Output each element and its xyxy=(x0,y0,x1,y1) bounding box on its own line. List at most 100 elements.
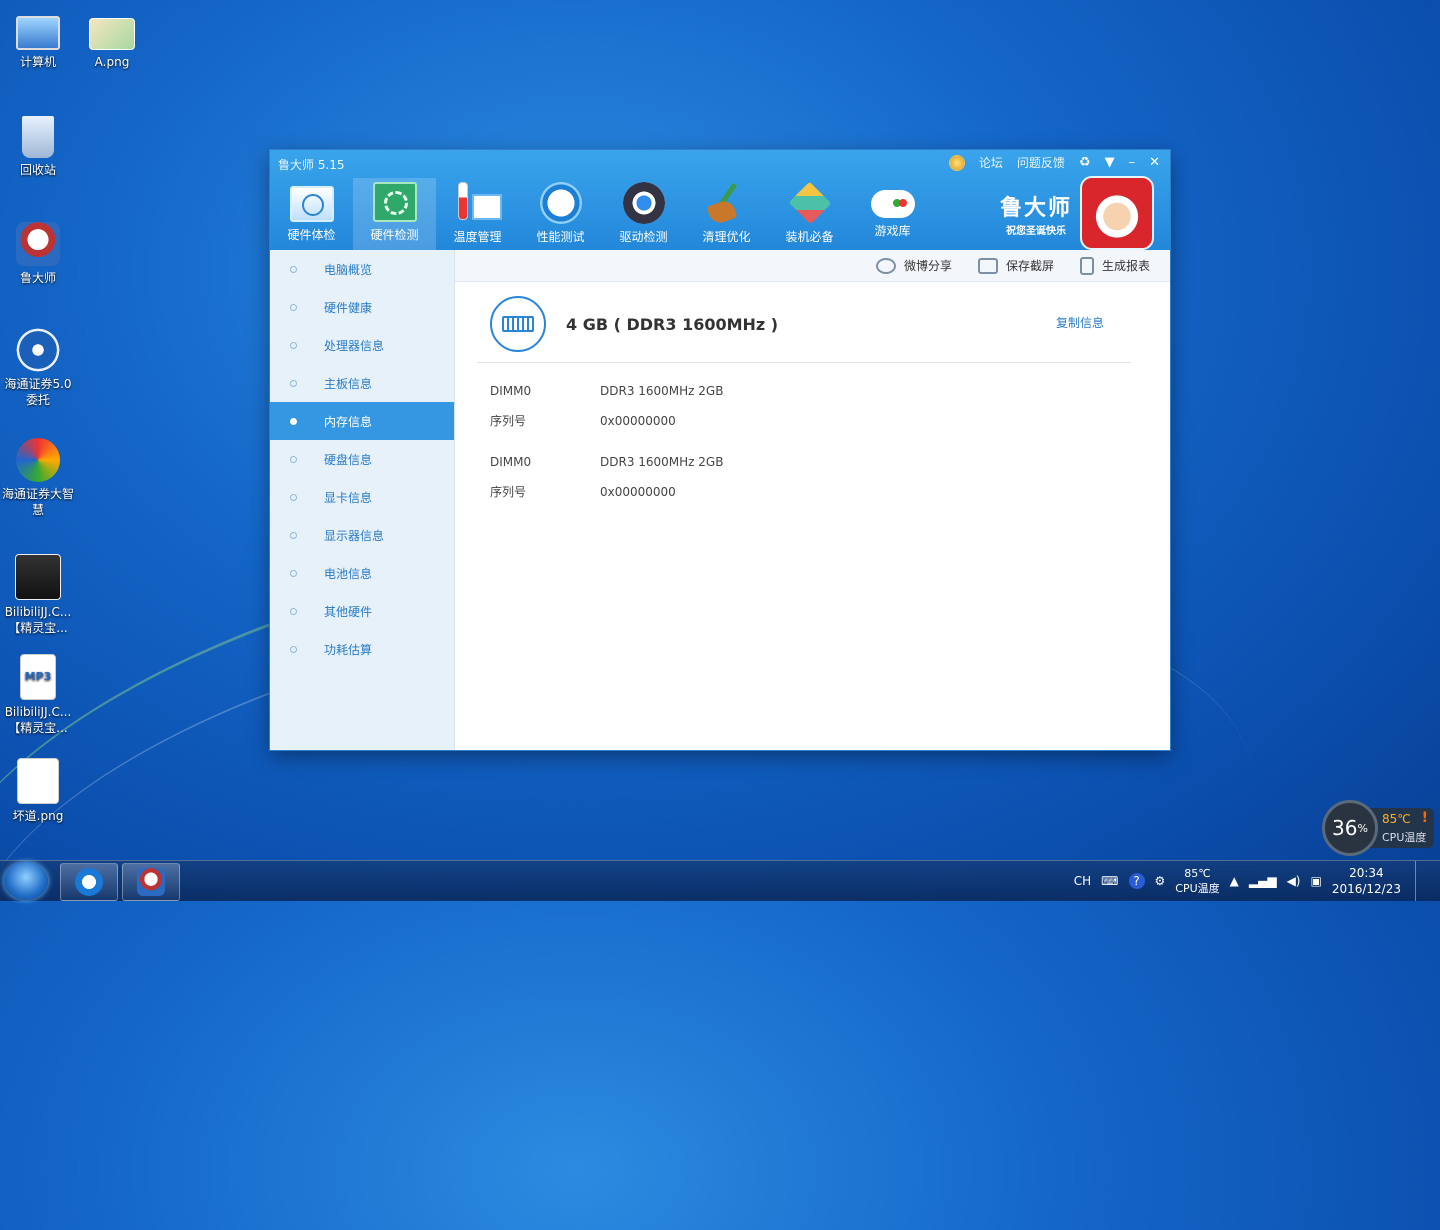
cpu-monitor-widget[interactable]: 36% 85℃ ! CPU温度 xyxy=(1322,800,1434,856)
sidebar-item-gpu[interactable]: 显卡信息 xyxy=(270,478,454,516)
save-screenshot-button[interactable]: 保存截屏 xyxy=(977,257,1054,274)
system-tray: CH ⌨ ? ⚙ 85℃ CPU温度 ▲ ▂▄▆ ◀) ▣ 20:34 2016… xyxy=(1074,861,1440,901)
nav-games[interactable]: 游戏库 xyxy=(851,178,934,250)
sidebar-item-memory[interactable]: 内存信息 xyxy=(270,402,454,440)
desktop-icon-label: BilibiliJJ.C...【精灵宝... xyxy=(4,705,72,735)
hardware-check-icon xyxy=(289,186,334,222)
nav-label: 硬件检测 xyxy=(370,228,419,242)
clock[interactable]: 20:34 2016/12/23 xyxy=(1332,865,1401,897)
broom-icon xyxy=(705,182,749,224)
sidebar-item-label: 处理器信息 xyxy=(324,338,385,353)
nav-label: 装机必备 xyxy=(785,230,834,244)
desktop-icon-ludashi[interactable]: 鲁大师 xyxy=(0,222,76,286)
desktop-icon-label: A.png xyxy=(94,55,130,69)
tool-label: 微博分享 xyxy=(903,259,952,273)
ludashi-icon xyxy=(137,868,165,896)
clock-time: 20:34 xyxy=(1349,866,1384,880)
nav-performance[interactable]: 性能测试 xyxy=(519,178,602,250)
nav-hardware-detect[interactable]: 硬件检测 xyxy=(353,178,436,250)
desktop-icon-haitong-dzh[interactable]: 海通证券大智慧 xyxy=(0,438,76,518)
sidebar-item-overview[interactable]: 电脑概览 xyxy=(270,250,454,288)
desktop-icon-label: 计算机 xyxy=(19,55,56,69)
desktop-icon-label: 海通证券大智慧 xyxy=(1,487,74,517)
nav-temperature[interactable]: 温度管理 xyxy=(436,178,519,250)
minimize-button[interactable]: – xyxy=(1129,155,1136,170)
close-button[interactable]: ✕ xyxy=(1149,155,1160,170)
help-icon[interactable]: ? xyxy=(1128,873,1145,889)
desktop-icon-recycle-bin[interactable]: 回收站 xyxy=(0,116,76,178)
nav-essentials[interactable]: 装机必备 xyxy=(768,178,851,250)
brand: 鲁大师 祝您圣诞快乐 xyxy=(1000,176,1154,250)
image-file-icon xyxy=(89,18,135,50)
taskbar-app-sogou[interactable] xyxy=(60,863,118,901)
info-key: 序列号 xyxy=(490,485,527,499)
mascot-avatar[interactable] xyxy=(1080,176,1154,250)
sidebar-item-cpu[interactable]: 处理器信息 xyxy=(270,326,454,364)
sidebar: 电脑概览 硬件健康 处理器信息 主板信息 内存信息 硬盘信息 显卡信息 显示器信… xyxy=(270,250,455,750)
network-icon[interactable]: ▂▄▆ xyxy=(1249,874,1277,888)
tray-cpu-temp[interactable]: 85℃ CPU温度 xyxy=(1175,866,1219,896)
performance-icon xyxy=(539,182,582,224)
info-key: DIMM0 xyxy=(490,455,532,469)
clock-date: 2016/12/23 xyxy=(1331,882,1401,896)
language-indicator[interactable]: CH xyxy=(1074,874,1091,888)
desktop-icon-label: BilibiliJJ.C...【精灵宝... xyxy=(4,605,72,635)
sidebar-item-power[interactable]: 功耗估算 xyxy=(270,630,454,668)
brand-name: 鲁大师 xyxy=(999,195,1072,221)
generate-report-button[interactable]: 生成报表 xyxy=(1079,256,1150,275)
bullet-icon xyxy=(290,531,297,539)
sidebar-item-other[interactable]: 其他硬件 xyxy=(270,592,454,630)
info-value: DDR3 1600MHz 2GB xyxy=(600,455,724,469)
desktop-icon-label: 回收站 xyxy=(19,163,56,177)
sidebar-item-motherboard[interactable]: 主板信息 xyxy=(270,364,454,402)
skin-icon[interactable]: ♻ xyxy=(1079,155,1091,170)
menu-dropdown-icon[interactable]: ▼ xyxy=(1105,155,1115,170)
image-file-icon xyxy=(17,758,59,804)
bullet-icon xyxy=(290,645,297,653)
sidebar-item-battery[interactable]: 电池信息 xyxy=(270,554,454,592)
ram-icon-circle xyxy=(490,296,546,352)
copy-info-link[interactable]: 复制信息 xyxy=(1056,314,1104,331)
weibo-share-button[interactable]: 微博分享 xyxy=(875,257,952,274)
temperature-icon xyxy=(456,182,502,224)
sidebar-item-label: 电脑概览 xyxy=(324,262,373,277)
start-button[interactable] xyxy=(4,862,48,900)
nav-driver[interactable]: 驱动检测 xyxy=(602,178,685,250)
memory-serial-row: 序列号 0x00000000 xyxy=(490,412,676,429)
keyboard-icon[interactable]: ⌨ xyxy=(1101,874,1118,888)
ludashi-icon xyxy=(16,222,60,266)
bullet-icon xyxy=(290,569,297,577)
bullet-icon xyxy=(290,607,297,615)
show-hidden-icons-chevron-icon[interactable]: ▲ xyxy=(1230,874,1239,888)
volume-icon[interactable]: ◀) xyxy=(1287,874,1301,888)
nav-hardware-check[interactable]: 硬件体检 xyxy=(270,178,353,250)
memory-slot-row: DIMM0 DDR3 1600MHz 2GB xyxy=(490,384,723,398)
desktop-icon-bad-sector[interactable]: 坏道.png xyxy=(0,758,76,824)
settings-icon[interactable]: ⚙ xyxy=(1155,874,1166,888)
sidebar-item-label: 功耗估算 xyxy=(324,642,373,657)
bullet-icon xyxy=(290,303,297,311)
computer-icon xyxy=(16,16,60,50)
desktop-icon-haitong-50[interactable]: 海通证券5.0委托 xyxy=(0,328,76,408)
taskbar-app-ludashi[interactable] xyxy=(122,863,180,901)
desktop-icon-a-png[interactable]: A.png xyxy=(74,10,150,70)
brand-text: 鲁大师 祝您圣诞快乐 xyxy=(1000,190,1072,237)
medal-icon[interactable] xyxy=(948,154,965,171)
nav-clean[interactable]: 清理优化 xyxy=(685,178,768,250)
nav-label: 性能测试 xyxy=(536,230,585,244)
desktop-icon-bilibili-mp3[interactable]: MP3 BilibiliJJ.C...【精灵宝... xyxy=(0,654,76,736)
content-toolbar: 微博分享 保存截屏 生成报表 xyxy=(455,250,1170,282)
sidebar-item-monitor[interactable]: 显示器信息 xyxy=(270,516,454,554)
bullet-icon xyxy=(290,455,297,463)
sidebar-item-disk[interactable]: 硬盘信息 xyxy=(270,440,454,478)
sidebar-item-health[interactable]: 硬件健康 xyxy=(270,288,454,326)
feedback-link[interactable]: 问题反馈 xyxy=(1017,154,1065,171)
memory-serial-row: 序列号 0x00000000 xyxy=(490,483,676,500)
desktop-icon-computer[interactable]: 计算机 xyxy=(0,10,76,70)
warning-icon: ! xyxy=(1421,810,1428,826)
desktop-icon-bilibili-video[interactable]: BilibiliJJ.C...【精灵宝... xyxy=(0,554,76,636)
device-icon[interactable]: ▣ xyxy=(1310,874,1321,888)
ludashi-window: 鲁大师 5.15 论坛 问题反馈 ♻ ▼ – ✕ 硬件体检 硬件检测 温度管理 xyxy=(270,150,1170,750)
show-desktop-button[interactable] xyxy=(1415,861,1426,901)
forum-link[interactable]: 论坛 xyxy=(979,154,1003,171)
